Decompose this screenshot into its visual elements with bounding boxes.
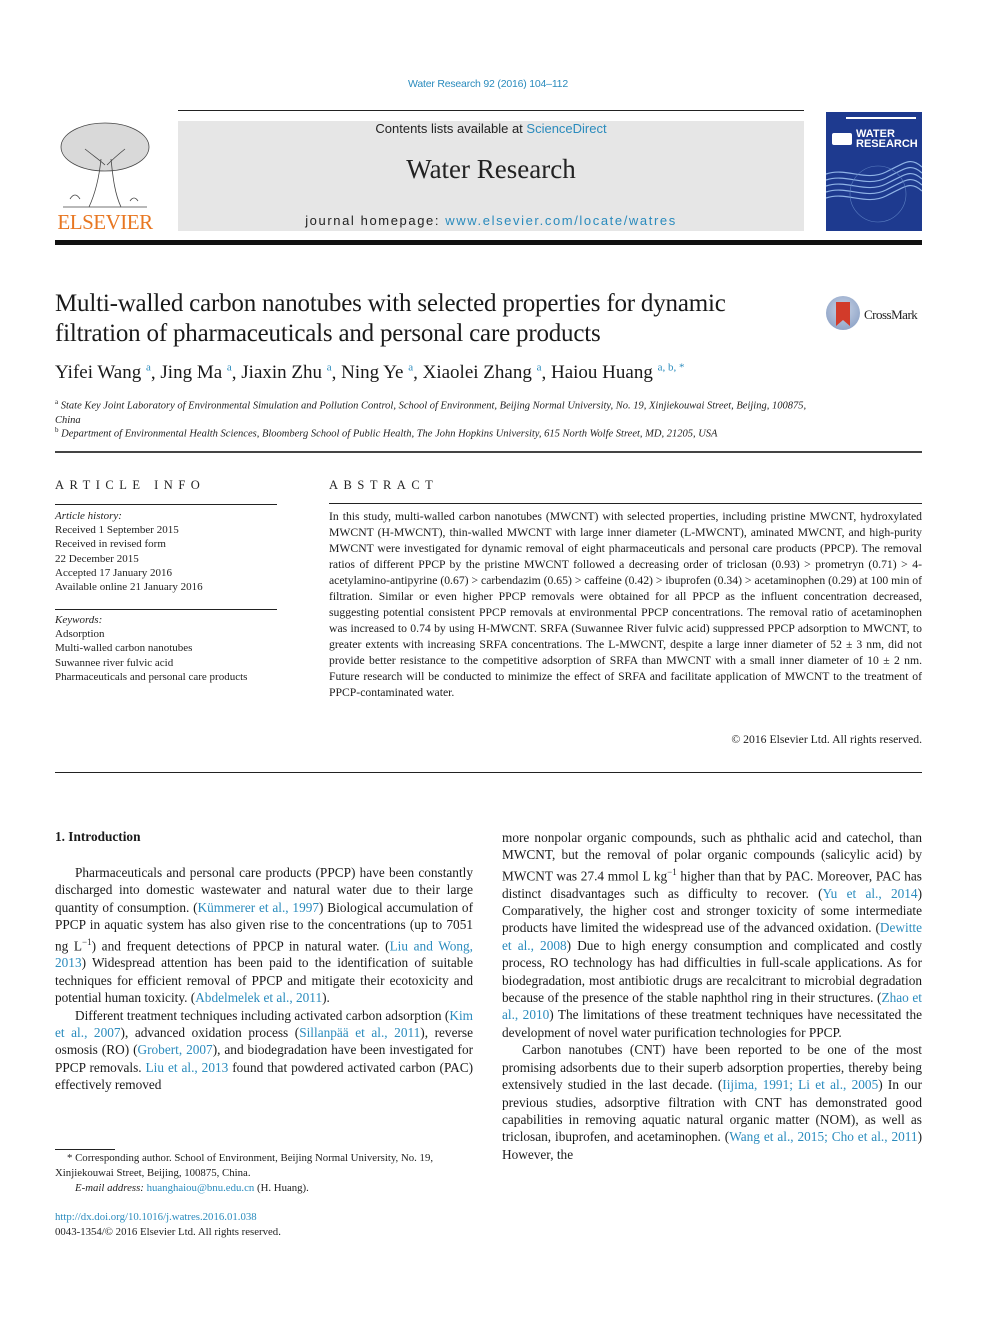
- cover-wave-graphic-icon: [826, 160, 922, 223]
- intro-right-column: more nonpolar organic compounds, such as…: [502, 829, 922, 1163]
- keyword-item: Suwannee river fulvic acid: [55, 656, 174, 669]
- journal-citation-link[interactable]: Water Research 92 (2016) 104–112: [0, 78, 976, 90]
- email-line: E-mail address: huanghaiou@bnu.edu.cn (H…: [75, 1182, 309, 1194]
- crossmark-button[interactable]: CrossMark: [826, 296, 926, 334]
- elsevier-tree-icon: [60, 122, 150, 208]
- keywords: Keywords: Adsorption Multi-walled carbon…: [55, 613, 285, 684]
- footnote-rule: [55, 1149, 115, 1150]
- email-link[interactable]: huanghaiou@bnu.edu.cn: [147, 1182, 255, 1194]
- corresponding-author-footnote: * Corresponding author. School of Enviro…: [55, 1151, 473, 1196]
- citation-link[interactable]: Iijima, 1991; Li et al., 2005: [722, 1077, 878, 1092]
- keywords-rule: [55, 609, 277, 610]
- history-item: Accepted 17 January 2016: [55, 566, 172, 579]
- author[interactable]: Yifei Wang a: [55, 362, 151, 383]
- elsevier-logo[interactable]: ELSEVIER: [55, 119, 155, 235]
- paragraph: Different treatment techniques including…: [55, 1007, 474, 1093]
- corresponding-note: * Corresponding author. School of Enviro…: [55, 1152, 434, 1179]
- header-rule: [178, 110, 804, 111]
- article-history: Article history: Received 1 September 20…: [55, 509, 285, 594]
- citation-link[interactable]: Grobert, 2007: [138, 1042, 213, 1057]
- keyword-item: Adsorption: [55, 628, 105, 641]
- superscript: −1: [667, 866, 677, 877]
- journal-title: Water Research: [406, 154, 576, 184]
- citation-link[interactable]: Dewitte et al., 2008: [502, 920, 922, 952]
- article-title: Multi-walled carbon nanotubes with selec…: [55, 290, 726, 347]
- abstract-copyright: © 2016 Elsevier Ltd. All rights reserved…: [731, 733, 922, 746]
- history-item: 22 December 2015: [55, 552, 139, 565]
- citation-link[interactable]: Yu et al., 2014: [823, 886, 918, 901]
- crossmark-label: CrossMark: [864, 307, 918, 322]
- paragraph: more nonpolar organic compounds, such as…: [502, 830, 923, 1040]
- header-thick-rule: [55, 240, 922, 245]
- sciencedirect-link[interactable]: ScienceDirect: [526, 121, 606, 136]
- author-list: Yifei Wang a, Jing Ma a, Jiaxin Zhu a, N…: [55, 362, 685, 384]
- author[interactable]: Ning Ye a: [341, 362, 413, 383]
- author[interactable]: Haiou Huang a, b, *: [551, 362, 684, 383]
- author[interactable]: Jiaxin Zhu a: [241, 362, 331, 383]
- keywords-label: Keywords:: [55, 614, 103, 626]
- author[interactable]: Xiaolei Zhang a: [423, 362, 542, 383]
- abstract-heading: ABSTRACT: [329, 478, 439, 492]
- homepage-link[interactable]: www.elsevier.com/locate/watres: [445, 213, 677, 228]
- citation-link[interactable]: Kümmerer et al., 1997: [198, 900, 319, 915]
- article-info-rule: [55, 504, 277, 505]
- citation-link[interactable]: Wang et al., 2015; Cho et al., 2011: [729, 1129, 917, 1144]
- superscript: −1: [82, 936, 92, 947]
- journal-cover[interactable]: WATER RESEARCH: [826, 112, 922, 231]
- contents-line: Contents lists available at ScienceDirec…: [375, 121, 607, 136]
- elsevier-wordmark: ELSEVIER: [57, 210, 153, 234]
- journal-homepage: journal homepage: www.elsevier.com/locat…: [305, 213, 677, 228]
- citation-link[interactable]: Liu et al., 2013: [146, 1060, 229, 1075]
- history-label: Article history:: [55, 510, 122, 522]
- journal-banner: Contents lists available at ScienceDirec…: [178, 121, 804, 231]
- doi-block: http://dx.doi.org/10.1016/j.watres.2016.…: [55, 1210, 281, 1240]
- paragraph: Pharmaceuticals and personal care produc…: [55, 865, 473, 1006]
- history-item: Available online 21 January 2016: [55, 581, 203, 594]
- keyword-item: Multi-walled carbon nanotubes: [55, 642, 193, 655]
- keyword-item: Pharmaceuticals and personal care produc…: [55, 670, 248, 683]
- affiliation-b: b Department of Environmental Health Sci…: [55, 426, 718, 440]
- author[interactable]: Jing Ma a: [160, 362, 231, 383]
- citation-link[interactable]: Liu and Wong, 2013: [55, 938, 473, 970]
- citation-link[interactable]: Zhao et al., 2010: [502, 990, 922, 1022]
- citation-link[interactable]: Sillanpää et al., 2011: [299, 1025, 420, 1040]
- intro-left-column: Pharmaceuticals and personal care produc…: [55, 864, 473, 1094]
- citation-link[interactable]: Abdelmelek et al., 2011: [195, 990, 322, 1005]
- article-info-heading: ARTICLE INFO: [55, 478, 206, 492]
- paragraph: Carbon nanotubes (CNT) have been reporte…: [502, 1042, 922, 1162]
- abstract-text: In this study, multi-walled carbon nanot…: [329, 510, 922, 699]
- doi-link[interactable]: http://dx.doi.org/10.1016/j.watres.2016.…: [55, 1210, 281, 1225]
- abstract-rule: [329, 503, 922, 504]
- section-rule: [55, 451, 922, 453]
- introduction-heading: 1. Introduction: [55, 829, 141, 844]
- abstract-bottom-rule: [55, 772, 922, 773]
- history-item: Received 1 September 2015: [55, 524, 179, 537]
- history-item: Received in revised form: [55, 538, 166, 551]
- issn-line: 0043-1354/© 2016 Elsevier Ltd. All right…: [55, 1226, 281, 1238]
